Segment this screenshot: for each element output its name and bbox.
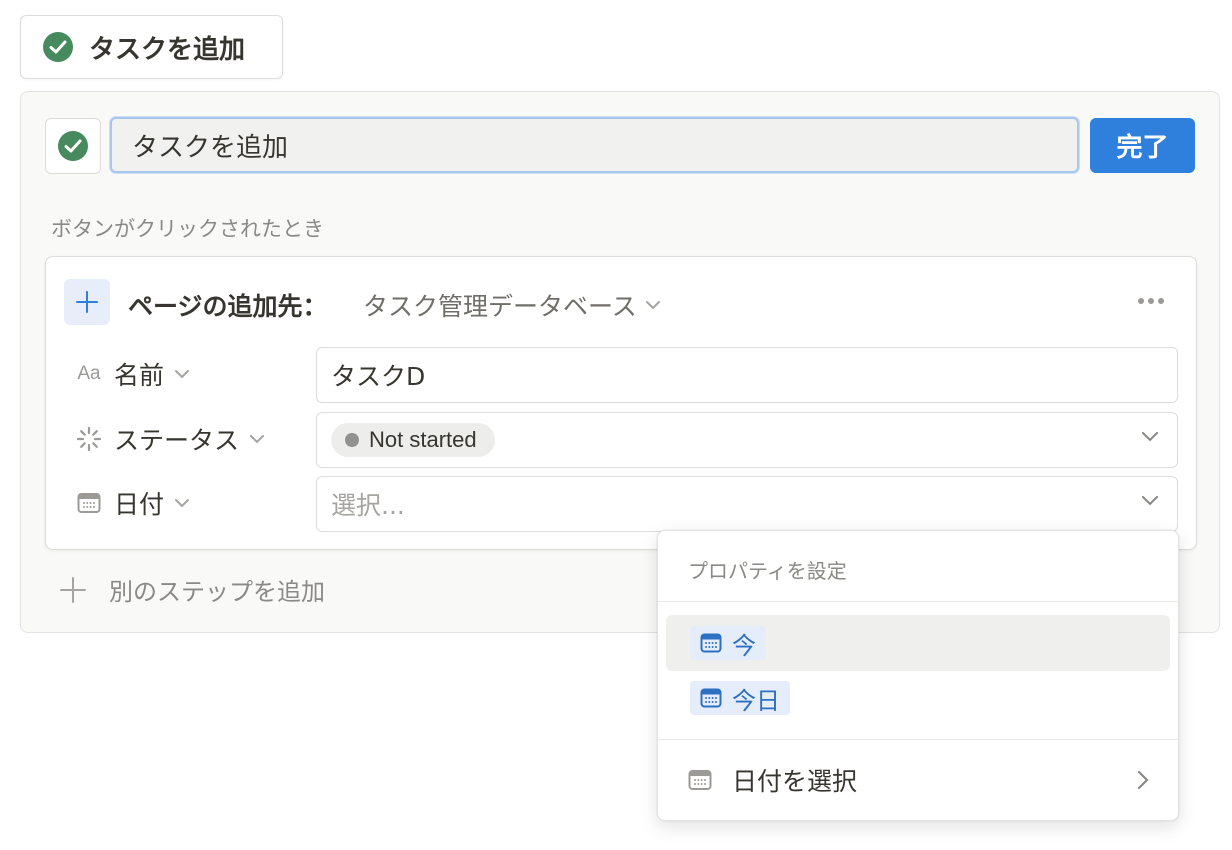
calendar-icon	[700, 633, 722, 653]
option-today[interactable]: 今日	[666, 670, 1170, 726]
chevron-down-icon	[175, 370, 190, 379]
calendar-icon	[688, 770, 712, 790]
dropdown-header: プロパティを設定	[688, 559, 847, 583]
divider	[658, 739, 1178, 740]
button-icon-picker[interactable]	[45, 118, 101, 174]
property-name-selector[interactable]: Aa 名前	[74, 347, 190, 401]
trigger-button-label: タスクを追加	[89, 34, 246, 65]
text-property-icon: Aa	[77, 363, 101, 384]
property-row-status: ステータス Not started	[74, 412, 1178, 468]
status-value: Not started	[369, 427, 477, 452]
step-title: ページの追加先：	[128, 292, 328, 321]
more-options-icon[interactable]	[1138, 293, 1170, 309]
chevron-down-icon	[175, 499, 190, 508]
option-label: 今	[732, 631, 756, 660]
chevron-down-icon	[250, 435, 265, 444]
check-circle-icon	[43, 32, 73, 62]
property-row-name: Aa 名前 タスクD	[74, 347, 1178, 403]
property-date-selector[interactable]: 日付	[74, 476, 190, 530]
pick-date-option[interactable]: 日付を選択	[688, 757, 1150, 803]
calendar-icon	[700, 688, 722, 708]
divider	[658, 601, 1178, 602]
pick-date-label: 日付を選択	[732, 767, 858, 796]
status-badge: Not started	[331, 423, 495, 457]
calendar-icon	[74, 492, 104, 514]
chevron-right-icon	[1137, 770, 1149, 790]
plus-icon	[60, 576, 86, 603]
add-page-step-card: ページの追加先： タスク管理データベース Aa 名前 タスクD ステータス No…	[45, 256, 1197, 550]
property-label: ステータス	[114, 426, 240, 455]
database-selector[interactable]: タスク管理データベース	[363, 287, 661, 323]
done-button[interactable]: 完了	[1090, 118, 1195, 173]
add-step-label: 別のステップを追加	[109, 578, 325, 606]
property-label: 名前	[114, 361, 165, 390]
option-label: 今日	[732, 686, 780, 715]
option-chip: 今	[690, 626, 766, 660]
date-placeholder: 選択...	[331, 491, 405, 520]
option-chip: 今日	[690, 681, 790, 715]
option-now[interactable]: 今	[666, 615, 1170, 671]
property-label: 日付	[114, 490, 165, 519]
date-value-field[interactable]: 選択...	[316, 476, 1178, 532]
name-value: タスクD	[331, 362, 426, 391]
property-status-selector[interactable]: ステータス	[74, 412, 265, 466]
chevron-down-icon	[1142, 496, 1158, 506]
button-name-input[interactable]	[110, 117, 1079, 173]
name-value-field[interactable]: タスクD	[316, 347, 1178, 403]
plus-icon	[64, 279, 110, 325]
database-name: タスク管理データベース	[363, 292, 637, 321]
chevron-down-icon	[1142, 432, 1158, 442]
status-icon	[74, 425, 104, 453]
property-row-date: 日付 選択...	[74, 476, 1178, 532]
add-task-trigger-button[interactable]: タスクを追加	[20, 15, 283, 79]
check-circle-icon	[58, 131, 88, 161]
date-property-dropdown: プロパティを設定 今 今日 日付を選択	[657, 530, 1179, 821]
status-dot-icon	[345, 433, 359, 447]
add-another-step-button[interactable]: 別のステップを追加	[59, 572, 325, 607]
chevron-down-icon	[645, 301, 660, 310]
trigger-section-label: ボタンがクリックされたとき	[51, 217, 324, 241]
status-value-field[interactable]: Not started	[316, 412, 1178, 468]
